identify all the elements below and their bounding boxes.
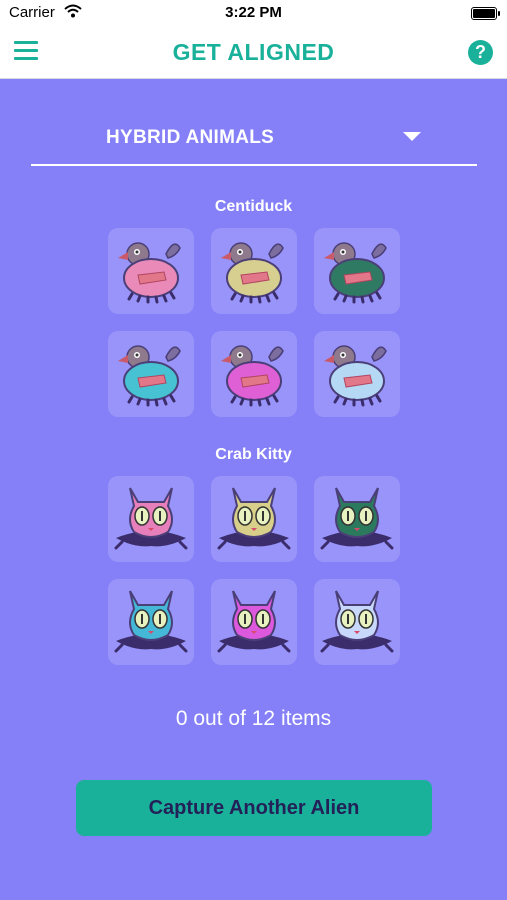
crab-kitty-icon bbox=[320, 487, 394, 550]
centiduck-icon bbox=[221, 345, 284, 407]
crab-kitty-icon bbox=[217, 590, 291, 653]
crab-kitty-item-1[interactable] bbox=[108, 476, 194, 562]
centiduck-item-5[interactable] bbox=[211, 331, 297, 417]
centiduck-grid bbox=[108, 228, 400, 417]
crab-kitty-icon bbox=[114, 487, 188, 550]
status-time: 3:22 PM bbox=[225, 4, 282, 21]
crab-kitty-icon bbox=[114, 590, 188, 653]
chevron-down-icon bbox=[403, 132, 421, 141]
centiduck-icon bbox=[118, 242, 181, 304]
centiduck-item-4[interactable] bbox=[108, 331, 194, 417]
centiduck-item-2[interactable] bbox=[211, 228, 297, 314]
page-title: GET ALIGNED bbox=[172, 39, 335, 65]
crab-kitty-icon bbox=[217, 487, 291, 550]
crab-kitty-item-3[interactable] bbox=[314, 476, 400, 562]
crab-kitty-icon bbox=[320, 590, 394, 653]
group-title-crab-kitty: Crab Kitty bbox=[215, 446, 292, 463]
centiduck-item-6[interactable] bbox=[314, 331, 400, 417]
group-title-centiduck: Centiduck bbox=[214, 198, 293, 215]
centiduck-icon bbox=[324, 242, 387, 304]
question-circle-icon[interactable]: ? bbox=[468, 40, 493, 65]
centiduck-icon bbox=[324, 345, 387, 407]
crab-kitty-item-5[interactable] bbox=[211, 579, 297, 665]
top-nav-bar: GET ALIGNED ? bbox=[0, 26, 507, 79]
category-dropdown-value: HYBRID ANIMALS bbox=[106, 127, 275, 148]
crab-kitty-grid bbox=[108, 476, 400, 665]
crab-kitty-item-6[interactable] bbox=[314, 579, 400, 665]
centiduck-item-3[interactable] bbox=[314, 228, 400, 314]
battery-icon bbox=[471, 7, 500, 20]
capture-another-alien-button[interactable]: Capture Another Alien bbox=[76, 780, 432, 836]
crab-kitty-item-2[interactable] bbox=[211, 476, 297, 562]
status-bar: Carrier 3:22 PM bbox=[0, 0, 507, 26]
crab-kitty-item-4[interactable] bbox=[108, 579, 194, 665]
category-dropdown[interactable]: HYBRID ANIMALS bbox=[31, 118, 477, 166]
centiduck-icon bbox=[118, 345, 181, 407]
centiduck-icon bbox=[221, 242, 284, 304]
progress-count: 0 out of 12 items bbox=[175, 707, 332, 730]
centiduck-item-1[interactable] bbox=[108, 228, 194, 314]
